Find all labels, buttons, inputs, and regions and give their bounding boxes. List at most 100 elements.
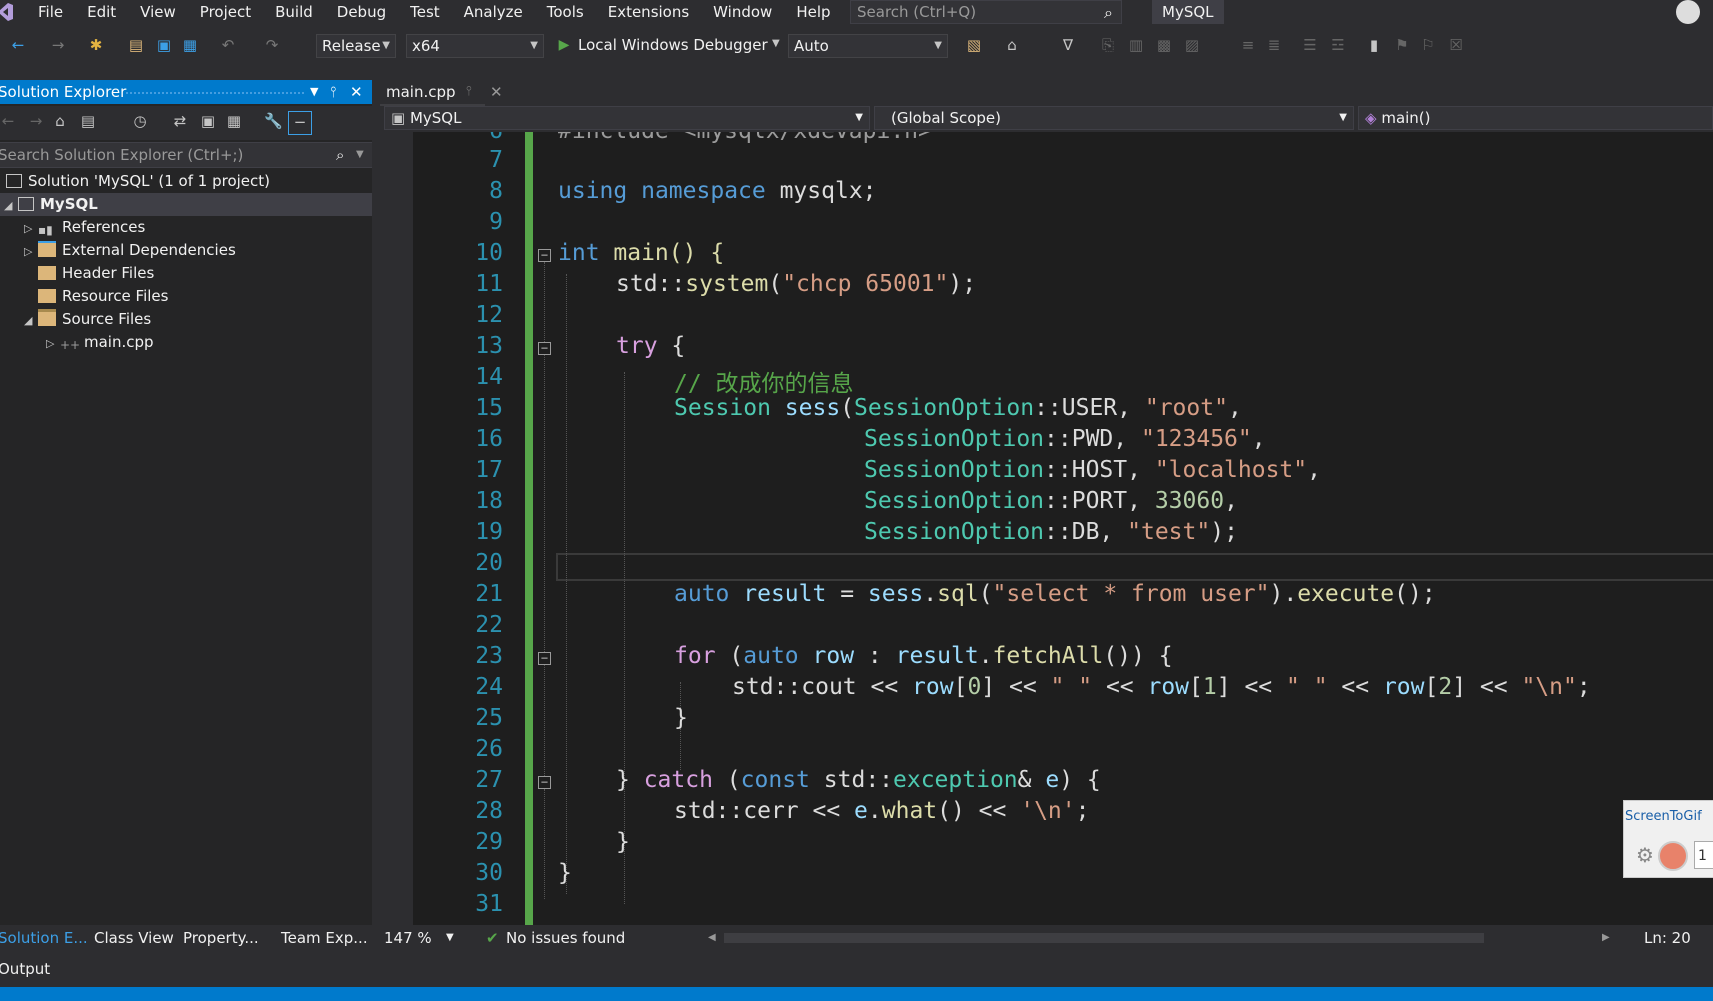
collapse-arrow-icon[interactable]: ◢ xyxy=(24,309,38,332)
bookmark-icon[interactable]: ▮ xyxy=(1366,37,1382,53)
pending-changes-icon[interactable]: ◷ xyxy=(132,113,148,129)
chevron-down-icon[interactable]: ▼ xyxy=(310,80,318,104)
tab-solution-explorer[interactable]: Solution E... xyxy=(0,925,88,951)
tab-team-explorer[interactable]: Team Exp... xyxy=(281,925,368,951)
show-all-files-icon[interactable]: ▦ xyxy=(226,113,242,129)
tree-node-main-cpp[interactable]: ▷ ++ main.cpp xyxy=(46,331,154,354)
tree-node-references[interactable]: ▷ ▪▮ References xyxy=(24,216,145,239)
issues-status[interactable]: No issues found xyxy=(506,925,625,951)
platform-select[interactable]: x64 ▼ xyxy=(406,34,544,58)
save-icon[interactable]: ▣ xyxy=(156,37,172,53)
gear-icon[interactable]: ⚙ xyxy=(1636,843,1654,867)
horizontal-scrollbar[interactable] xyxy=(724,933,1484,943)
pin-icon[interactable]: ⫯ xyxy=(330,80,337,104)
tree-node-source-files[interactable]: ◢ Source Files xyxy=(24,308,151,331)
fold-toggle-icon[interactable]: − xyxy=(538,652,551,665)
output-panel-tab[interactable]: Output xyxy=(0,953,1713,985)
code-editor[interactable]: 6 7 8 9 10 11 12 13 14 15 16 17 18 19 20… xyxy=(380,132,1713,925)
filter-icon[interactable]: ∇ xyxy=(1060,37,1076,53)
menu-project[interactable]: Project xyxy=(188,0,263,24)
menu-analyze[interactable]: Analyze xyxy=(452,0,535,24)
tree-node-resource-files[interactable]: Resource Files xyxy=(38,285,168,308)
configuration-select[interactable]: Release ▼ xyxy=(316,34,396,58)
layout-icon[interactable]: ▥ xyxy=(1128,37,1144,53)
prev-bookmark-icon[interactable]: ⚑ xyxy=(1394,37,1410,53)
open-file-icon[interactable]: ▤ xyxy=(128,37,144,53)
clear-bookmarks-icon[interactable]: ☒ xyxy=(1448,37,1464,53)
step-icon[interactable]: ⎘ xyxy=(1100,37,1116,53)
tree-node-header-files[interactable]: Header Files xyxy=(38,262,154,285)
menu-debug[interactable]: Debug xyxy=(325,0,398,24)
save-all-icon[interactable]: ▦ xyxy=(182,37,198,53)
solution-explorer-search-input[interactable]: Search Solution Explorer (Ctrl+;) ⌕ ▼ xyxy=(0,142,372,168)
menu-tools[interactable]: Tools xyxy=(535,0,596,24)
menu-help[interactable]: Help xyxy=(784,0,842,24)
start-debugging-icon[interactable]: ▶ xyxy=(556,37,572,53)
switch-views-icon[interactable]: ▤ xyxy=(80,113,96,129)
record-icon[interactable] xyxy=(1658,841,1688,871)
menu-file[interactable]: File xyxy=(14,0,75,24)
scroll-left-icon[interactable]: ◀ xyxy=(708,925,716,951)
menu-window[interactable]: Window xyxy=(701,0,784,24)
expand-arrow-icon[interactable]: ▷ xyxy=(24,240,38,263)
code-line-24: std::cout << row[0] << " " << row[1] << … xyxy=(732,674,1591,700)
properties-icon[interactable]: 🔧 xyxy=(264,113,283,129)
tab-property-manager[interactable]: Property... xyxy=(183,925,259,951)
tree-node-external-dependencies[interactable]: ▷ External Dependencies xyxy=(24,239,236,262)
diagram-icon[interactable]: ▩ xyxy=(1156,37,1172,53)
browser-link-icon[interactable]: ⌂ xyxy=(1004,37,1020,53)
grid-icon[interactable]: ▨ xyxy=(1184,37,1200,53)
outdent-icon[interactable]: ≣ xyxy=(1266,37,1282,53)
close-icon[interactable]: ✕ xyxy=(350,80,363,104)
member-nav-select[interactable]: ◈ main() xyxy=(1358,106,1713,130)
collapse-arrow-icon[interactable]: ◢ xyxy=(4,194,18,217)
scroll-right-icon[interactable]: ▶ xyxy=(1602,925,1610,951)
preview-selected-icon[interactable]: − xyxy=(288,111,312,135)
tree-solution-node[interactable]: Solution 'MySQL' (1 of 1 project) xyxy=(0,170,372,193)
menu-test[interactable]: Test xyxy=(398,0,452,24)
chevron-down-icon: ▼ xyxy=(530,40,538,51)
screentogif-widget[interactable]: ScreenToGif ⚙ 1 xyxy=(1623,800,1713,878)
chevron-down-icon[interactable]: ▼ xyxy=(356,143,364,167)
menu-view[interactable]: View xyxy=(128,0,188,24)
fold-toggle-icon[interactable]: − xyxy=(538,249,551,262)
close-icon[interactable]: ✕ xyxy=(490,80,503,104)
zoom-level-select[interactable]: 147 % xyxy=(384,925,432,951)
menu-extensions[interactable]: Extensions xyxy=(596,0,701,24)
menu-edit[interactable]: Edit xyxy=(75,0,128,24)
chevron-down-icon[interactable]: ▼ xyxy=(446,925,454,951)
next-bookmark-icon[interactable]: ⚐ xyxy=(1420,37,1436,53)
debugger-target-button[interactable]: Local Windows Debugger xyxy=(578,34,768,56)
fold-toggle-icon[interactable]: − xyxy=(538,342,551,355)
find-in-files-icon[interactable]: ▧ xyxy=(966,37,982,53)
debugger-mode-select[interactable]: Auto ▼ xyxy=(788,34,948,58)
uncomment-icon[interactable]: ☲ xyxy=(1330,37,1346,53)
indent-icon[interactable]: ≡ xyxy=(1240,37,1256,53)
undo-icon[interactable]: ↶ xyxy=(220,37,236,53)
expand-arrow-icon[interactable]: ▷ xyxy=(46,332,60,355)
scope-nav-select[interactable]: (Global Scope) ▼ xyxy=(874,106,1354,130)
quick-search-input[interactable]: Search (Ctrl+Q) ⌕ xyxy=(850,0,1122,24)
tab-class-view[interactable]: Class View xyxy=(94,925,174,951)
line-number: 29 xyxy=(475,829,503,855)
home-icon[interactable]: ⌂ xyxy=(52,113,68,129)
line-number: 8 xyxy=(489,178,503,204)
project-nav-select[interactable]: ▣ MySQL ▼ xyxy=(384,106,870,130)
redo-icon[interactable]: ↷ xyxy=(264,37,280,53)
chevron-down-icon[interactable]: ▼ xyxy=(772,38,780,49)
expand-arrow-icon[interactable]: ▷ xyxy=(24,217,38,240)
new-project-icon[interactable]: ✱ xyxy=(88,37,104,53)
tab-main-cpp[interactable]: main.cpp ⫯ ✕ xyxy=(380,80,503,106)
menu-build[interactable]: Build xyxy=(263,0,325,24)
back-icon[interactable]: ← xyxy=(0,113,16,129)
forward-icon[interactable]: → xyxy=(28,113,44,129)
collapse-all-icon[interactable]: ▣ xyxy=(200,113,216,129)
fold-toggle-icon[interactable]: − xyxy=(538,776,551,789)
tree-project-node[interactable]: ◢ MySQL xyxy=(0,193,372,216)
comment-icon[interactable]: ☰ xyxy=(1302,37,1318,53)
navigate-back-icon[interactable]: ← xyxy=(10,37,26,53)
navigate-forward-icon[interactable]: → xyxy=(50,37,66,53)
pin-icon[interactable]: ⫯ xyxy=(466,80,472,104)
account-avatar[interactable] xyxy=(1676,0,1700,24)
sync-icon[interactable]: ⇄ xyxy=(172,113,188,129)
